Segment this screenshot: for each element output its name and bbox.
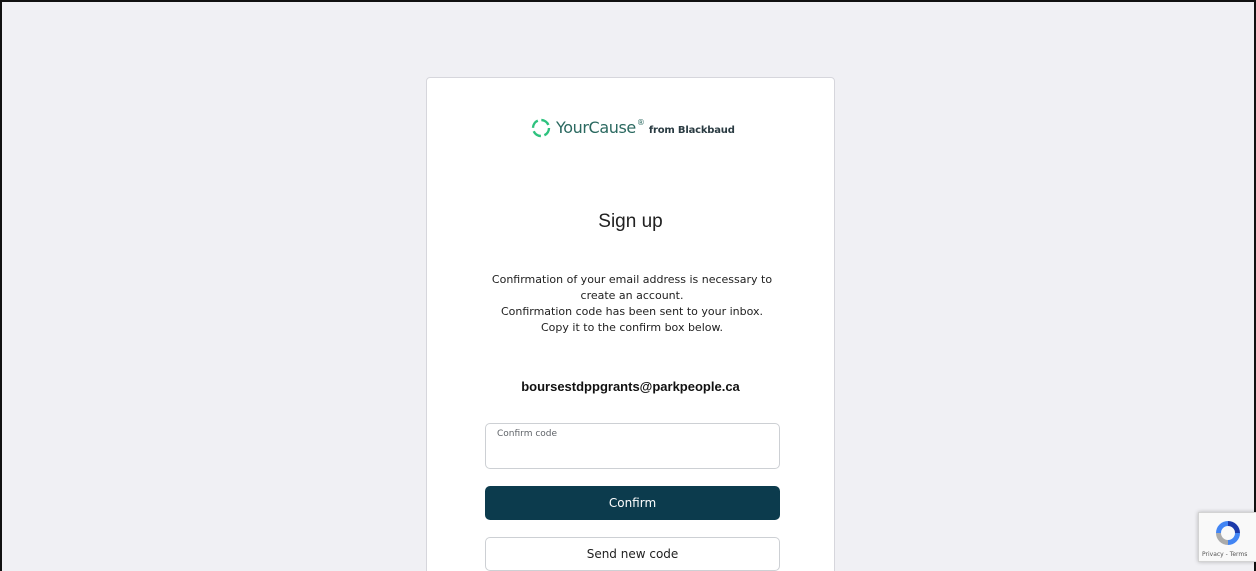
recaptcha-links: Privacy - Terms <box>1202 551 1254 558</box>
message-line: Confirmation code has been sent to your … <box>500 305 764 318</box>
logo-suffix: from Blackbaud <box>648 124 735 136</box>
recaptcha-terms-link[interactable]: Terms <box>1230 551 1248 558</box>
recaptcha-privacy-link[interactable]: Privacy <box>1202 551 1224 558</box>
signup-card: YourCause ® from Blackbaud Sign up Confir… <box>426 77 835 571</box>
message-line: create an account. <box>580 289 684 302</box>
logo-registered-mark: ® <box>636 117 645 127</box>
window-frame-top <box>0 0 1256 2</box>
confirm-code-field[interactable]: Confirm code <box>485 423 780 469</box>
confirm-button[interactable]: Confirm <box>485 486 780 520</box>
window-frame-left <box>0 0 2 571</box>
message-line: Copy it to the confirm box below. <box>541 321 723 334</box>
recaptcha-icon <box>1216 521 1240 545</box>
confirm-code-input[interactable] <box>496 444 768 464</box>
logo-wordmark: YourCause <box>556 118 636 137</box>
page-title: Sign up <box>598 211 663 232</box>
confirmation-message: Confirmation of your email address is ne… <box>482 272 782 336</box>
confirm-code-label: Confirm code <box>497 429 558 439</box>
recaptcha-badge[interactable]: Privacy - Terms <box>1198 512 1256 562</box>
ring-logo-icon <box>531 118 551 138</box>
send-new-code-button[interactable]: Send new code <box>485 537 780 571</box>
email-address: boursestdppgrants@parkpeople.ca <box>521 379 740 394</box>
yourcause-logo: YourCause ® from Blackbaud <box>531 116 735 140</box>
message-line: Confirmation of your email address is ne… <box>491 273 773 286</box>
